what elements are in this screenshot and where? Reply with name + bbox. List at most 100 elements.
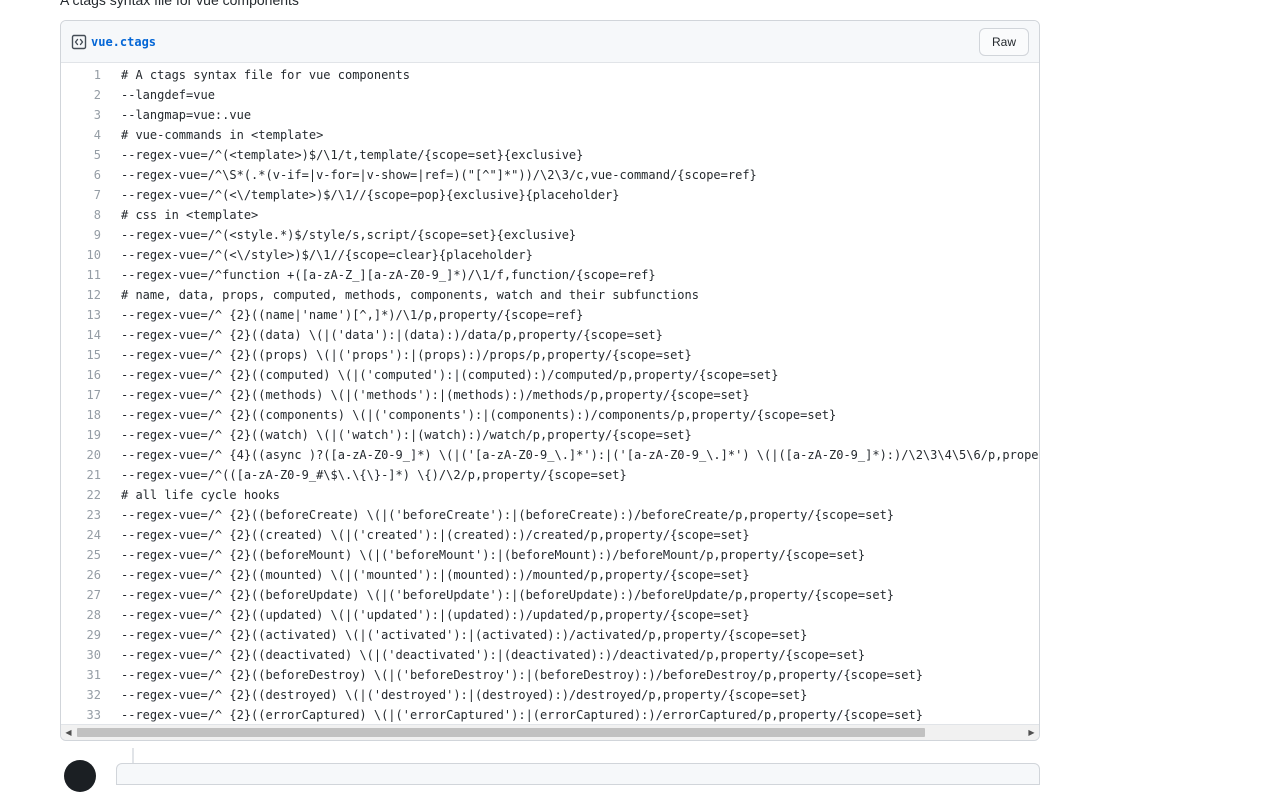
line-code: --regex-vue=/^ {2}((created) \(|('create… xyxy=(121,528,750,542)
line-number[interactable]: 26 xyxy=(61,568,101,582)
line-number[interactable]: 8 xyxy=(61,208,101,222)
line-number[interactable]: 17 xyxy=(61,388,101,402)
line-code: --regex-vue=/^(([a-zA-Z0-9_#\$\.\{\}-]*)… xyxy=(121,468,627,482)
code-file-icon xyxy=(71,34,87,50)
line-code: --regex-vue=/^ {2}((computed) \(|('compu… xyxy=(121,368,779,382)
code-line: 14 --regex-vue=/^ {2}((data) \(|('data'):… xyxy=(61,325,1039,345)
line-number[interactable]: 33 xyxy=(61,708,101,722)
line-number[interactable]: 16 xyxy=(61,368,101,382)
line-code: --regex-vue=/^(<template>)$/\1/t,templat… xyxy=(121,148,584,162)
line-number[interactable]: 25 xyxy=(61,548,101,562)
line-number[interactable]: 5 xyxy=(61,148,101,162)
line-code: --langmap=vue:.vue xyxy=(121,108,252,122)
line-number[interactable]: 1 xyxy=(61,68,101,82)
code-line: 13 --regex-vue=/^ {2}((name|'name')[^,]*)… xyxy=(61,305,1039,325)
avatar[interactable] xyxy=(64,760,96,792)
line-number[interactable]: 14 xyxy=(61,328,101,342)
line-number[interactable]: 2 xyxy=(61,88,101,102)
line-code: --regex-vue=/^ {2}((mounted) \(|('mounte… xyxy=(121,568,750,582)
line-code: --regex-vue=/^ {2}((props) \(|('props'):… xyxy=(121,348,692,362)
line-number[interactable]: 18 xyxy=(61,408,101,422)
file-box: vue.ctags Raw 1 # A ctags syntax file for… xyxy=(60,20,1040,741)
code-line: 17 --regex-vue=/^ {2}((methods) \(|('meth… xyxy=(61,385,1039,405)
code-line: 18 --regex-vue=/^ {2}((components) \(|('c… xyxy=(61,405,1039,425)
raw-button[interactable]: Raw xyxy=(978,27,1029,56)
code-line: 1 # A ctags syntax file for vue component… xyxy=(61,65,1039,85)
code-line: 6 --regex-vue=/^\S*(.*(v-if=|v-for=|v-sho… xyxy=(61,165,1039,185)
line-number[interactable]: 10 xyxy=(61,248,101,262)
line-code: --regex-vue=/^ {2}((beforeMount) \(|('be… xyxy=(121,548,866,562)
code-line: 27 --regex-vue=/^ {2}((beforeUpdate) \(|(… xyxy=(61,585,1039,605)
line-number[interactable]: 19 xyxy=(61,428,101,442)
line-code: --regex-vue=/^function +([a-zA-Z_][a-zA-… xyxy=(121,268,656,282)
code-line: 21 --regex-vue=/^(([a-zA-Z0-9_#\$\.\{\}-]… xyxy=(61,465,1039,485)
line-number[interactable]: 15 xyxy=(61,348,101,362)
line-code: # css in <template> xyxy=(121,208,259,222)
code-line: 8 # css in <template> xyxy=(61,205,1039,225)
line-code: --regex-vue=/^ {2}((errorCaptured) \(|('… xyxy=(121,708,923,722)
line-number[interactable]: 30 xyxy=(61,648,101,662)
line-code: # vue-commands in <template> xyxy=(121,128,324,142)
code-view: 1 # A ctags syntax file for vue component… xyxy=(61,63,1039,725)
code-line: 3 --langmap=vue:.vue xyxy=(61,105,1039,125)
line-number[interactable]: 11 xyxy=(61,268,101,282)
comment-box xyxy=(116,763,1040,785)
scroll-left-arrow-icon[interactable]: ◀ xyxy=(61,725,76,740)
gist-description: A ctags syntax file for vue components xyxy=(60,0,299,8)
line-number[interactable]: 23 xyxy=(61,508,101,522)
line-number[interactable]: 27 xyxy=(61,588,101,602)
code-line: 5 --regex-vue=/^(<template>)$/\1/t,templa… xyxy=(61,145,1039,165)
code-line: 32 --regex-vue=/^ {2}((destroyed) \(|('de… xyxy=(61,685,1039,705)
line-code: --regex-vue=/^ {4}((async )?([a-zA-Z0-9_… xyxy=(121,448,1039,462)
line-number[interactable]: 12 xyxy=(61,288,101,302)
code-line: 23 --regex-vue=/^ {2}((beforeCreate) \(|(… xyxy=(61,505,1039,525)
line-code: --regex-vue=/^ {2}((watch) \(|('watch'):… xyxy=(121,428,692,442)
line-code: --regex-vue=/^ {2}((components) \(|('com… xyxy=(121,408,837,422)
line-code: --regex-vue=/^ {2}((beforeCreate) \(|('b… xyxy=(121,508,895,522)
line-number[interactable]: 22 xyxy=(61,488,101,502)
code-line: 16 --regex-vue=/^ {2}((computed) \(|('com… xyxy=(61,365,1039,385)
line-number[interactable]: 31 xyxy=(61,668,101,682)
line-number[interactable]: 13 xyxy=(61,308,101,322)
code-line: 29 --regex-vue=/^ {2}((activated) \(|('ac… xyxy=(61,625,1039,645)
line-number[interactable]: 7 xyxy=(61,188,101,202)
line-code: --regex-vue=/^ {2}((activated) \(|('acti… xyxy=(121,628,808,642)
code-line: 2 --langdef=vue xyxy=(61,85,1039,105)
line-code: # A ctags syntax file for vue components xyxy=(121,68,410,82)
scroll-right-arrow-icon[interactable]: ▶ xyxy=(1024,725,1039,740)
file-name-link[interactable]: vue.ctags xyxy=(91,35,156,49)
scrollbar-thumb[interactable] xyxy=(77,728,925,737)
code-line: 4 # vue-commands in <template> xyxy=(61,125,1039,145)
line-number[interactable]: 9 xyxy=(61,228,101,242)
line-code: --regex-vue=/^ {2}((beforeDestroy) \(|('… xyxy=(121,668,923,682)
line-number[interactable]: 21 xyxy=(61,468,101,482)
line-code: --regex-vue=/^(<style.*)$/style/s,script… xyxy=(121,228,577,242)
line-number[interactable]: 28 xyxy=(61,608,101,622)
code-line: 11 --regex-vue=/^function +([a-zA-Z_][a-z… xyxy=(61,265,1039,285)
horizontal-scrollbar[interactable]: ◀ ▶ xyxy=(61,724,1039,740)
line-number[interactable]: 32 xyxy=(61,688,101,702)
line-number[interactable]: 24 xyxy=(61,528,101,542)
code-line: 31 --regex-vue=/^ {2}((beforeDestroy) \(|… xyxy=(61,665,1039,685)
line-number[interactable]: 20 xyxy=(61,448,101,462)
line-code: --regex-vue=/^ {2}((beforeUpdate) \(|('b… xyxy=(121,588,895,602)
line-code: --regex-vue=/^(<\/style>)$/\1//{scope=cl… xyxy=(121,248,533,262)
line-code: --regex-vue=/^\S*(.*(v-if=|v-for=|v-show… xyxy=(121,168,757,182)
line-code: # all life cycle hooks xyxy=(121,488,280,502)
line-code: --regex-vue=/^ {2}((updated) \(|('update… xyxy=(121,608,750,622)
code-line: 30 --regex-vue=/^ {2}((deactivated) \(|('… xyxy=(61,645,1039,665)
line-number[interactable]: 3 xyxy=(61,108,101,122)
code-line: 10 --regex-vue=/^(<\/style>)$/\1//{scope=… xyxy=(61,245,1039,265)
code-line: 19 --regex-vue=/^ {2}((watch) \(|('watch'… xyxy=(61,425,1039,445)
line-number[interactable]: 29 xyxy=(61,628,101,642)
line-code: --regex-vue=/^ {2}((methods) \(|('method… xyxy=(121,388,750,402)
line-code: --regex-vue=/^ {2}((destroyed) \(|('dest… xyxy=(121,688,808,702)
line-code: # name, data, props, computed, methods, … xyxy=(121,288,699,302)
line-number[interactable]: 4 xyxy=(61,128,101,142)
code-line: 24 --regex-vue=/^ {2}((created) \(|('crea… xyxy=(61,525,1039,545)
line-code: --regex-vue=/^(<\/template>)$/\1//{scope… xyxy=(121,188,620,202)
line-number[interactable]: 6 xyxy=(61,168,101,182)
code-line: 22 # all life cycle hooks xyxy=(61,485,1039,505)
code-line: 26 --regex-vue=/^ {2}((mounted) \(|('moun… xyxy=(61,565,1039,585)
line-code: --regex-vue=/^ {2}((data) \(|('data'):|(… xyxy=(121,328,663,342)
